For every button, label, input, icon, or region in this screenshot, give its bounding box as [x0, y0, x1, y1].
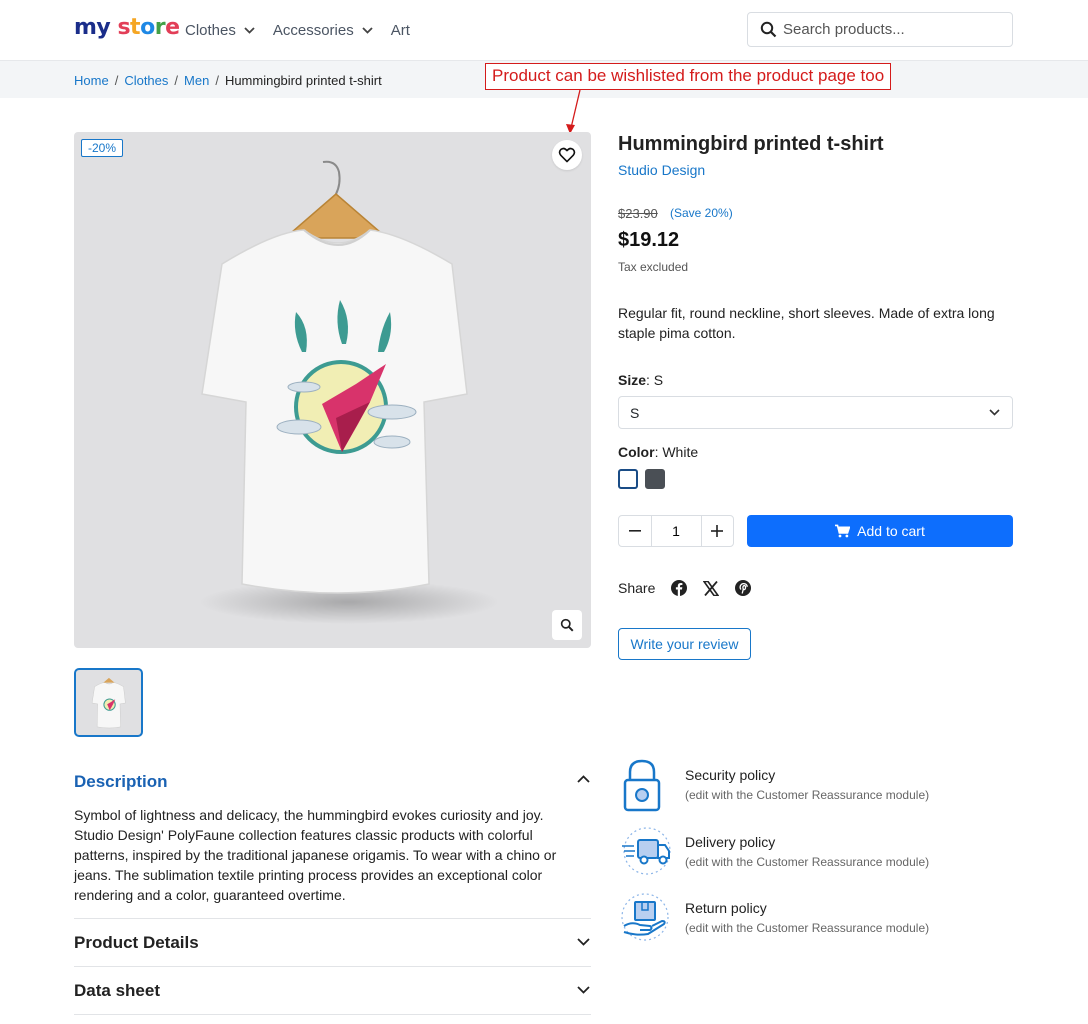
delivery-truck-icon — [622, 827, 671, 875]
store-logo[interactable]: my store — [74, 15, 180, 40]
color-label-name: Color — [618, 444, 655, 460]
chevron-down-icon[interactable] — [577, 986, 590, 994]
size-label-value: S — [653, 372, 664, 388]
description-heading[interactable]: Description — [74, 772, 168, 792]
breadcrumb-clothes[interactable]: Clothes — [124, 73, 168, 88]
quantity-decrease-button[interactable] — [619, 516, 651, 546]
nav-label: Clothes — [185, 21, 236, 39]
color-swatch-white[interactable] — [618, 469, 638, 489]
discount-label: (Save 20%) — [670, 206, 733, 220]
breadcrumb-separator: / — [174, 73, 179, 88]
logo-my: my — [74, 15, 111, 40]
pinterest-icon[interactable] — [735, 580, 752, 596]
color-label: Color: White — [618, 444, 698, 460]
quantity-input[interactable] — [650, 516, 702, 546]
zoom-icon — [560, 618, 574, 632]
search-icon — [760, 21, 777, 38]
tshirt-illustration — [199, 160, 499, 624]
nav-label: Accessories — [272, 21, 354, 39]
write-review-button[interactable]: Write your review — [618, 628, 751, 660]
quantity-stepper — [618, 515, 734, 547]
tshirt-thumbnail — [91, 677, 126, 729]
search-box — [747, 12, 1013, 47]
short-description: Regular fit, round neckline, short sleev… — [618, 305, 995, 341]
accordion-divider — [74, 966, 591, 967]
chevron-down-icon — [362, 26, 373, 34]
x-icon[interactable] — [703, 580, 720, 596]
quantity-increase-button[interactable] — [702, 516, 734, 546]
data-sheet-heading[interactable]: Data sheet — [74, 981, 160, 1001]
description-text: Symbol of lightness and delicacy, the hu… — [74, 807, 557, 903]
chevron-down-icon — [989, 409, 1000, 416]
product-title: Hummingbird printed t-shirt — [618, 133, 884, 155]
thumbnail-image[interactable] — [74, 668, 143, 737]
delivery-policy-title: Delivery policy — [685, 834, 776, 850]
regular-price: $23.90 — [618, 206, 658, 221]
nav-item-art[interactable]: Art — [391, 22, 410, 39]
security-policy-title: Security policy — [685, 767, 776, 783]
breadcrumb-men[interactable]: Men — [184, 73, 209, 88]
chevron-down-icon — [244, 26, 255, 34]
discount-badge: -20% — [81, 139, 124, 157]
size-label-name: Size — [618, 372, 647, 388]
breadcrumb: Home / Clothes / Men / Hummingbird print… — [74, 73, 382, 88]
breadcrumb-current: Hummingbird printed t-shirt — [224, 73, 382, 88]
tax-label: Tax excluded — [618, 260, 689, 274]
breadcrumb-separator: / — [215, 73, 219, 88]
return-policy-subtitle: (edit with the Customer Reassurance modu… — [685, 921, 930, 935]
nav-item-clothes[interactable]: Clothes — [185, 22, 255, 39]
chevron-up-icon[interactable] — [577, 775, 590, 783]
accordion-divider — [74, 1014, 591, 1015]
security-policy-subtitle: (edit with the Customer Reassurance modu… — [685, 788, 930, 802]
size-select[interactable]: S — [618, 396, 1013, 429]
nav-label: Art — [390, 21, 410, 39]
main-nav: Clothes Accessories Art — [185, 0, 428, 60]
size-label: Size: S — [618, 372, 663, 388]
share-label: Share — [618, 580, 656, 596]
accordion-divider — [74, 918, 591, 919]
lock-icon — [623, 759, 661, 812]
chevron-down-icon[interactable] — [577, 938, 590, 946]
current-price: $19.12 — [618, 229, 680, 251]
color-label-value: White — [662, 444, 699, 460]
product-image[interactable]: -20% — [74, 132, 591, 648]
add-to-cart-button[interactable]: Add to cart — [747, 515, 1013, 547]
breadcrumb-home[interactable]: Home — [74, 73, 109, 88]
minus-icon — [628, 530, 641, 532]
delivery-policy-subtitle: (edit with the Customer Reassurance modu… — [685, 855, 930, 869]
annotation-arrow — [566, 89, 581, 134]
breadcrumb-separator: / — [114, 73, 119, 88]
size-selected-value: S — [630, 404, 640, 421]
logo-store: store — [117, 15, 180, 40]
facebook-icon[interactable] — [671, 580, 688, 596]
add-to-cart-label: Add to cart — [857, 523, 925, 539]
return-policy-title: Return policy — [685, 900, 767, 916]
search-input[interactable] — [783, 21, 1003, 38]
product-details-heading[interactable]: Product Details — [74, 933, 199, 953]
plus-icon — [711, 525, 724, 537]
return-box-icon — [621, 893, 669, 941]
size-label-colon: : — [646, 372, 654, 388]
product-brand-link[interactable]: Studio Design — [618, 162, 705, 178]
color-swatch-grey[interactable] — [645, 469, 665, 489]
zoom-button[interactable] — [552, 610, 582, 640]
share-row: Share — [618, 580, 752, 596]
nav-item-accessories[interactable]: Accessories — [273, 22, 373, 39]
annotation-callout: Product can be wishlisted from the produ… — [485, 63, 892, 90]
site-header: my store Clothes Accessories Art — [0, 0, 1088, 60]
wishlist-button[interactable] — [552, 140, 582, 170]
heart-icon — [558, 147, 576, 163]
cart-icon — [835, 524, 851, 538]
